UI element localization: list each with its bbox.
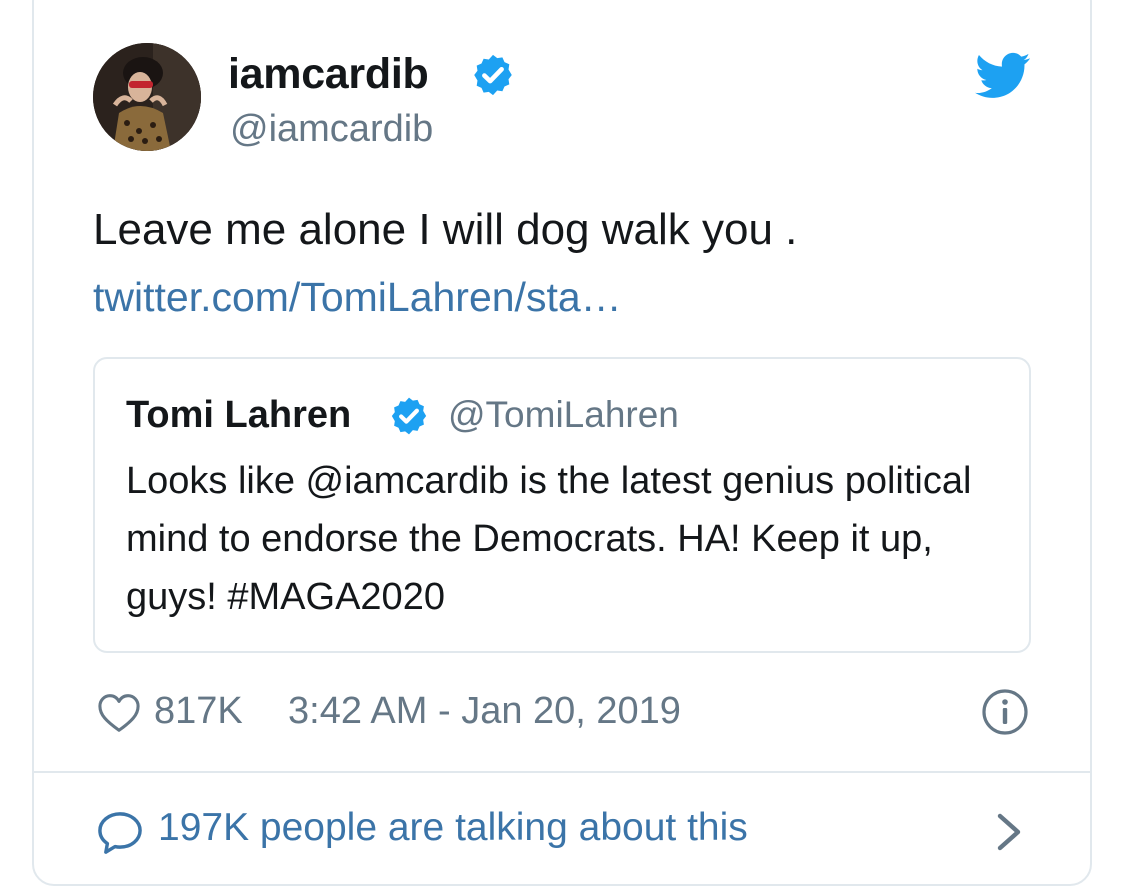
avatar-photo [93, 43, 201, 151]
tweet-link[interactable]: twitter.com/TomiLahren/sta… [93, 274, 622, 321]
quoted-handle: @TomiLahren [448, 394, 679, 435]
heart-icon[interactable] [97, 693, 141, 733]
verified-badge-icon [474, 54, 512, 96]
info-icon[interactable] [981, 688, 1029, 736]
twitter-bird-icon[interactable] [975, 52, 1031, 100]
quoted-text: Looks like @iamcardib is the latest geni… [126, 460, 972, 618]
chevron-right-icon[interactable] [994, 812, 1024, 852]
verified-badge-icon [391, 397, 427, 435]
user-handle[interactable]: @iamcardib [230, 108, 433, 151]
avatar[interactable] [93, 43, 201, 151]
like-count[interactable]: 817K [154, 690, 243, 733]
timestamp[interactable]: 3:42 AM - Jan 20, 2019 [288, 690, 681, 733]
quoted-display-name: Tomi Lahren [126, 394, 352, 436]
talking-about-text[interactable]: 197K people are talking about this [158, 806, 748, 850]
reply-bubble-icon [98, 812, 142, 854]
display-name[interactable]: iamcardib [228, 50, 429, 99]
tweet-text: Leave me alone I will dog walk you . [93, 205, 798, 254]
